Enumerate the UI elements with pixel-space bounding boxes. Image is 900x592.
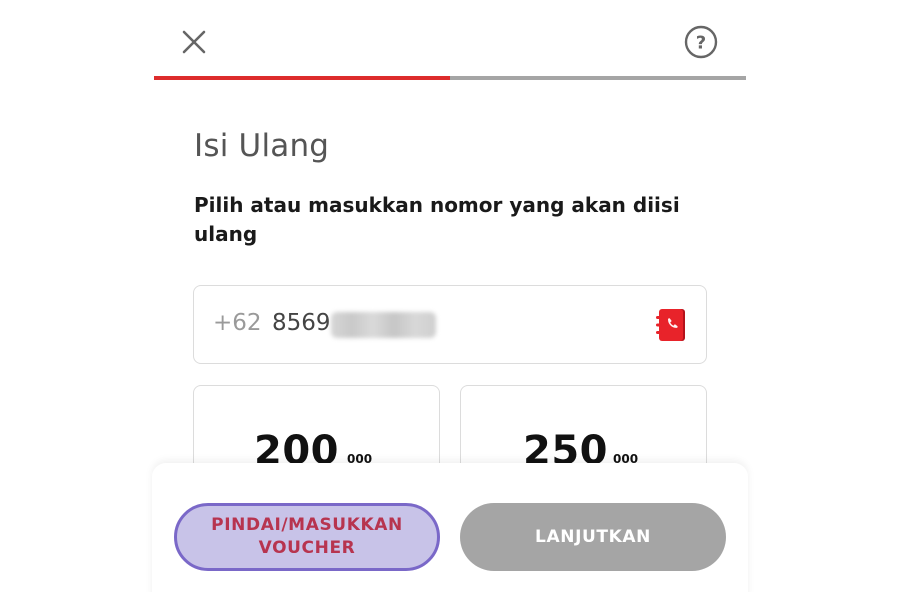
close-button[interactable] [176, 24, 212, 60]
phonebook-icon [656, 309, 685, 341]
country-prefix: +62 [213, 310, 262, 336]
progress-fill [154, 76, 450, 80]
phone-number-value[interactable]: 8569 [272, 310, 331, 336]
scan-voucher-button[interactable]: PINDAI/MASUKKAN VOUCHER [174, 503, 440, 571]
progress-bar [154, 76, 746, 80]
help-symbol: ? [696, 33, 706, 54]
help-circle-icon: ? [684, 25, 718, 59]
instruction-text: Pilih atau masukkan nomor yang akan diis… [194, 193, 680, 246]
page-title: Isi Ulang [194, 128, 330, 164]
topup-screen: ? Isi Ulang Pilih atau masukkan nomor ya… [0, 0, 900, 592]
continue-button[interactable]: LANJUTKAN [460, 503, 726, 571]
help-button[interactable]: ? [684, 25, 718, 59]
redacted-digits [331, 312, 436, 338]
contact-picker-button[interactable] [652, 308, 688, 342]
phone-number-field[interactable]: +62 8569 [193, 285, 707, 364]
close-icon [182, 30, 206, 54]
